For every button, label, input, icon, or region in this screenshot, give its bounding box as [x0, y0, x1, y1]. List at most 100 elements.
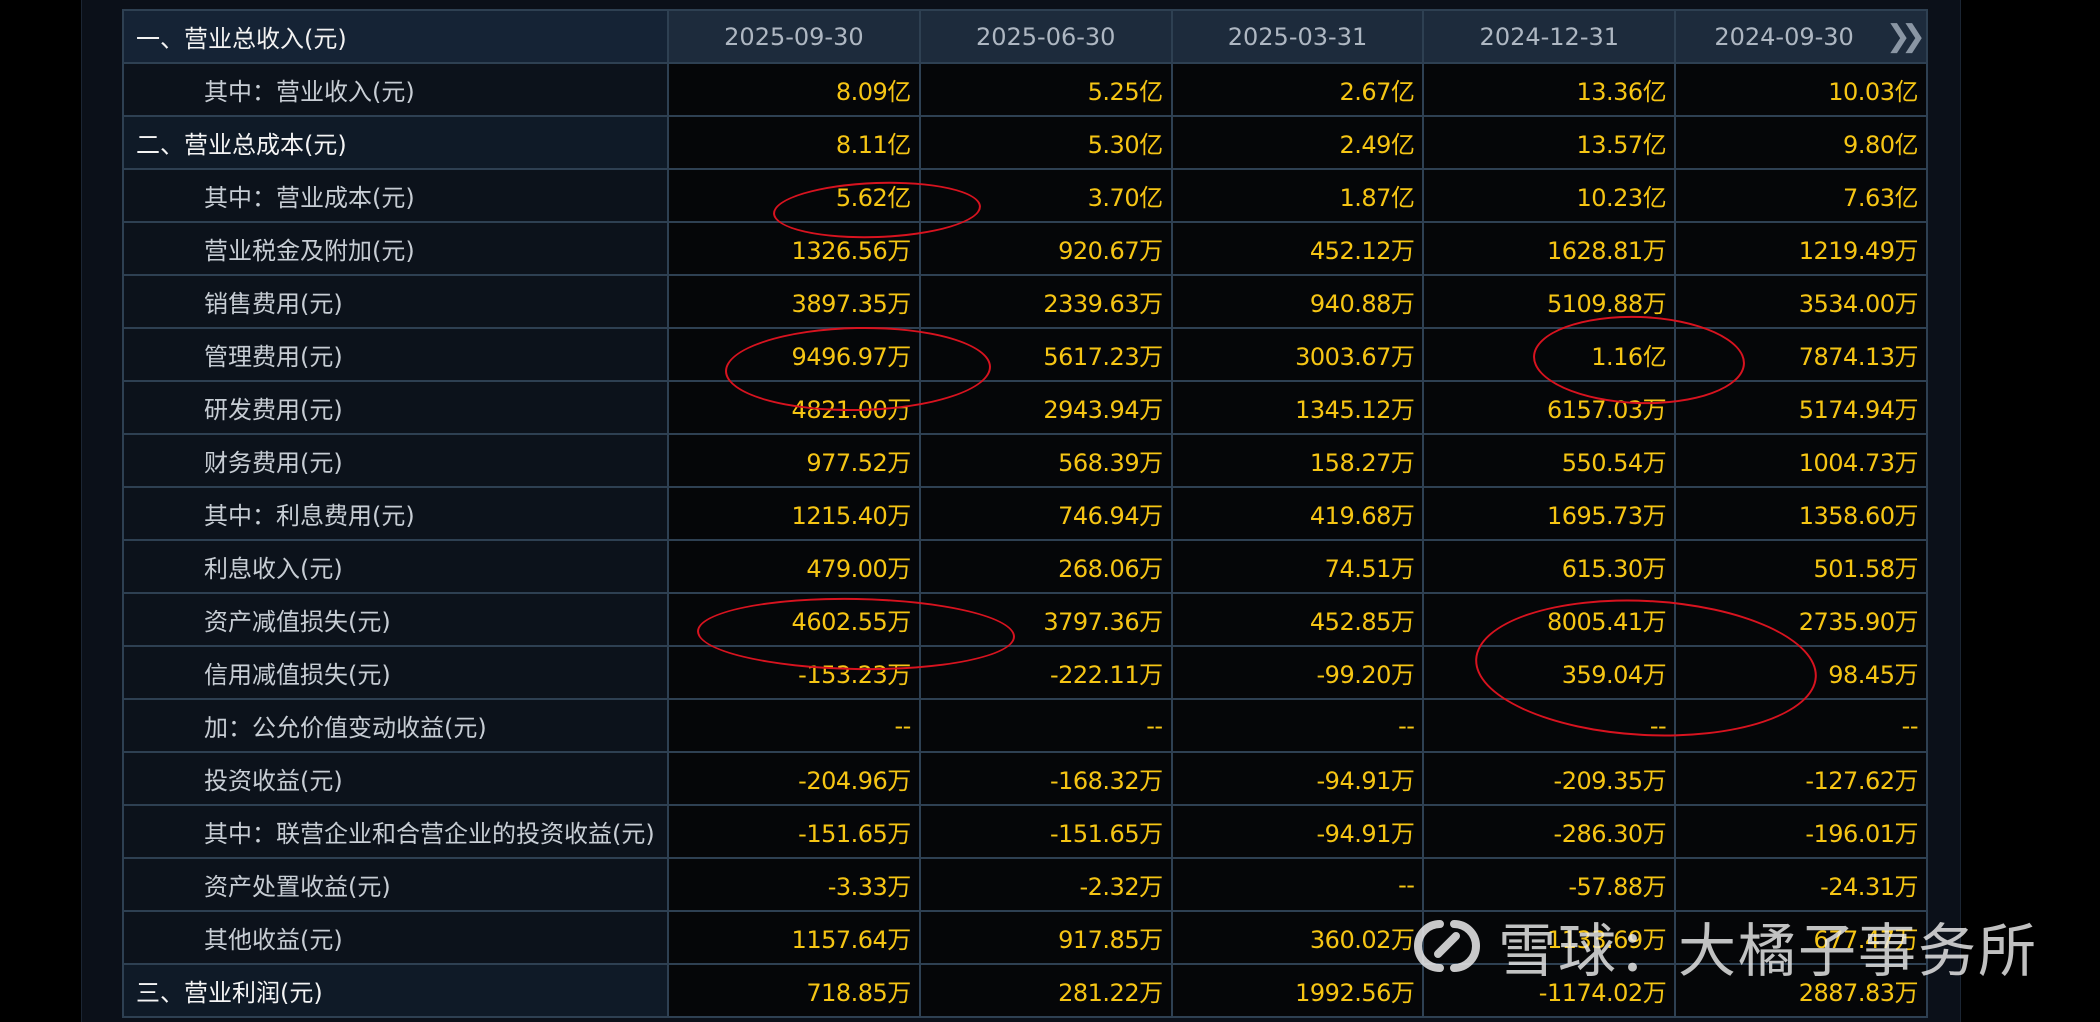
cell-value: -168.32万 — [918, 751, 1173, 806]
cell-value: 3797.36万 — [918, 592, 1173, 647]
cell-value: 3897.35万 — [667, 274, 921, 329]
row-label: 其中：联营企业和合营企业的投资收益(元) — [122, 804, 669, 859]
row-label: 财务费用(元) — [122, 433, 669, 488]
column-header-date[interactable]: 2025-06-30 — [918, 9, 1173, 64]
cell-value: 360.02万 — [1170, 910, 1425, 965]
cell-value: 2.67亿 — [1170, 62, 1425, 117]
cell-value: 746.94万 — [918, 486, 1173, 541]
table-row[interactable]: 利息收入(元) 479.00万 268.06万 74.51万 615.30万 501.58… — [122, 539, 1928, 594]
cell-value: -3.33万 — [667, 857, 921, 912]
table-row[interactable]: 三、营业利润(元) 718.85万 281.22万 1992.56万 -1174.02万… — [122, 963, 1928, 1018]
table-row[interactable]: 其他收益(元) 1157.64万 917.85万 360.02万 1133.69万 677… — [122, 910, 1928, 965]
cell-value: -1174.02万 — [1422, 963, 1677, 1018]
cell-value: 5.30亿 — [918, 115, 1173, 170]
cell-value: 1628.81万 — [1422, 221, 1677, 276]
table-row[interactable]: 管理费用(元) 9496.97万 5617.23万 3003.67万 1.16亿 7874… — [122, 327, 1928, 382]
cell-value: 2735.90万 — [1674, 592, 1928, 647]
column-header-date[interactable]: 2024-09-30 ❯❯ — [1674, 9, 1928, 64]
cell-value: 1219.49万 — [1674, 221, 1928, 276]
cell-value: 5174.94万 — [1674, 380, 1928, 435]
cell-value: 1157.64万 — [667, 910, 921, 965]
cell-value: 3.70亿 — [918, 168, 1173, 223]
column-header-date[interactable]: 2025-09-30 — [667, 9, 921, 64]
cell-value: 6157.03万 — [1422, 380, 1677, 435]
table-row[interactable]: 资产减值损失(元) 4602.55万 3797.36万 452.85万 8005.41万… — [122, 592, 1928, 647]
cell-value: 1.87亿 — [1170, 168, 1425, 223]
cell-value: -94.91万 — [1170, 804, 1425, 859]
row-label: 信用减值损失(元) — [122, 645, 669, 700]
cell-value: 615.30万 — [1422, 539, 1677, 594]
cell-value: 3003.67万 — [1170, 327, 1425, 382]
cell-value: 677.47万 — [1674, 910, 1928, 965]
table-row[interactable]: 投资收益(元) -204.96万 -168.32万 -94.91万 -209.35万 -1… — [122, 751, 1928, 806]
table-row[interactable]: 其中：营业成本(元) 5.62亿 3.70亿 1.87亿 10.23亿 7.63亿 — [122, 168, 1928, 223]
cell-value: 1695.73万 — [1422, 486, 1677, 541]
table-row[interactable]: 研发费用(元) 4821.00万 2943.94万 1345.12万 6157.03万 5… — [122, 380, 1928, 435]
table-row[interactable]: 二、营业总成本(元) 8.11亿 5.30亿 2.49亿 13.57亿 9.80亿 — [122, 115, 1928, 170]
income-statement-table: 一、营业总收入(元) 2025-09-30 2025-06-30 2025-03… — [122, 9, 1928, 1018]
cell-value: 1358.60万 — [1674, 486, 1928, 541]
cell-value: -153.23万 — [667, 645, 921, 700]
cell-value: 2887.83万 — [1674, 963, 1928, 1018]
row-label: 其他收益(元) — [122, 910, 669, 965]
row-label: 二、营业总成本(元) — [122, 115, 669, 170]
table-row[interactable]: 加：公允价值变动收益(元) -- -- -- -- -- — [122, 698, 1928, 753]
cell-value: 452.85万 — [1170, 592, 1425, 647]
cell-value: 479.00万 — [667, 539, 921, 594]
screenshot-stage: 一、营业总收入(元) 2025-09-30 2025-06-30 2025-03… — [0, 0, 2100, 1022]
table-row[interactable]: 信用减值损失(元) -153.23万 -222.11万 -99.20万 359.04万 9… — [122, 645, 1928, 700]
cell-value: 8.11亿 — [667, 115, 921, 170]
column-header-date[interactable]: 2025-03-31 — [1170, 9, 1425, 64]
cell-value: 5.25亿 — [918, 62, 1173, 117]
table-row[interactable]: 销售费用(元) 3897.35万 2339.63万 940.88万 5109.88万 35… — [122, 274, 1928, 329]
cell-value: 2339.63万 — [918, 274, 1173, 329]
cell-value: -151.65万 — [667, 804, 921, 859]
row-label: 三、营业利润(元) — [122, 963, 669, 1018]
cell-value: -- — [918, 698, 1173, 753]
cell-value: -24.31万 — [1674, 857, 1928, 912]
cell-value: 158.27万 — [1170, 433, 1425, 488]
row-label: 销售费用(元) — [122, 274, 669, 329]
cell-value: 977.52万 — [667, 433, 921, 488]
cell-value: -209.35万 — [1422, 751, 1677, 806]
header-row-label: 一、营业总收入(元) — [122, 9, 669, 64]
table-row[interactable]: 其中：联营企业和合营企业的投资收益(元) -151.65万 -151.65万 -94.… — [122, 804, 1928, 859]
table-row[interactable]: 营业税金及附加(元) 1326.56万 920.67万 452.12万 1628.81万… — [122, 221, 1928, 276]
cell-value: 5617.23万 — [918, 327, 1173, 382]
cell-value: 452.12万 — [1170, 221, 1425, 276]
cell-value: 9.80亿 — [1674, 115, 1928, 170]
row-label: 其中：利息费用(元) — [122, 486, 669, 541]
cell-value: 4602.55万 — [667, 592, 921, 647]
cell-value: -151.65万 — [918, 804, 1173, 859]
row-label: 其中：营业收入(元) — [122, 62, 669, 117]
cell-value: 568.39万 — [918, 433, 1173, 488]
cell-value: 2.49亿 — [1170, 115, 1425, 170]
cell-value: -- — [1170, 857, 1425, 912]
cell-value: 7.63亿 — [1674, 168, 1928, 223]
double-chevron-right-icon[interactable]: ❯❯ — [1886, 21, 1925, 52]
cell-value: 74.51万 — [1170, 539, 1425, 594]
row-label: 投资收益(元) — [122, 751, 669, 806]
cell-value: -- — [1674, 698, 1928, 753]
row-label: 管理费用(元) — [122, 327, 669, 382]
cell-value: -2.32万 — [918, 857, 1173, 912]
table-body: 其中：营业收入(元) 8.09亿 5.25亿 2.67亿 13.36亿 10.03亿 二、营… — [122, 62, 1928, 1018]
cell-value: 13.57亿 — [1422, 115, 1677, 170]
cell-value: -- — [667, 698, 921, 753]
cell-value: -- — [1422, 698, 1677, 753]
table-row[interactable]: 其中：营业收入(元) 8.09亿 5.25亿 2.67亿 13.36亿 10.03亿 — [122, 62, 1928, 117]
cell-value: 550.54万 — [1422, 433, 1677, 488]
cell-value: -94.91万 — [1170, 751, 1425, 806]
cell-value: 13.36亿 — [1422, 62, 1677, 117]
table-row[interactable]: 资产处置收益(元) -3.33万 -2.32万 -- -57.88万 -24.31万 — [122, 857, 1928, 912]
table-row[interactable]: 其中：利息费用(元) 1215.40万 746.94万 419.68万 1695.73万… — [122, 486, 1928, 541]
row-label: 资产减值损失(元) — [122, 592, 669, 647]
column-header-date[interactable]: 2024-12-31 — [1422, 9, 1677, 64]
cell-value: -127.62万 — [1674, 751, 1928, 806]
table-row[interactable]: 财务费用(元) 977.52万 568.39万 158.27万 550.54万 1004.… — [122, 433, 1928, 488]
cell-value: 917.85万 — [918, 910, 1173, 965]
cell-value: 3534.00万 — [1674, 274, 1928, 329]
cell-value: 1004.73万 — [1674, 433, 1928, 488]
cell-value: 7874.13万 — [1674, 327, 1928, 382]
table-header-row: 一、营业总收入(元) 2025-09-30 2025-06-30 2025-03… — [122, 9, 1928, 64]
